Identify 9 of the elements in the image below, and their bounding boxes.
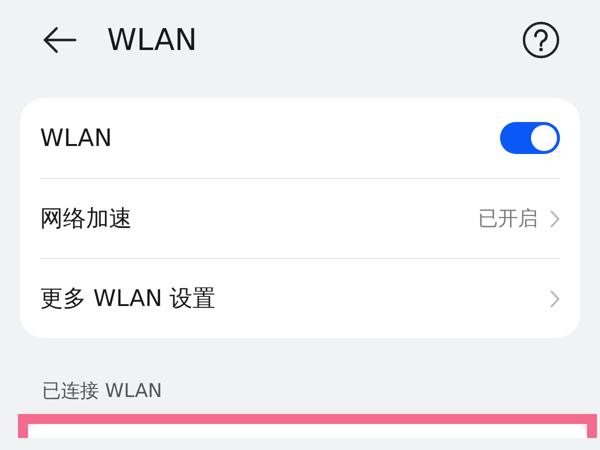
back-arrow-icon[interactable] bbox=[42, 26, 77, 54]
setting-label: WLAN bbox=[40, 124, 112, 152]
page-title: WLAN bbox=[107, 22, 198, 58]
setting-value: 已开启 bbox=[478, 205, 538, 232]
help-icon[interactable] bbox=[522, 21, 560, 59]
section-label: 已连接 WLAN bbox=[42, 379, 164, 404]
toggle-switch[interactable] bbox=[500, 122, 560, 154]
setting-label: 更多 WLAN 设置 bbox=[40, 285, 216, 314]
setting-label: 网络加速 bbox=[40, 205, 132, 234]
